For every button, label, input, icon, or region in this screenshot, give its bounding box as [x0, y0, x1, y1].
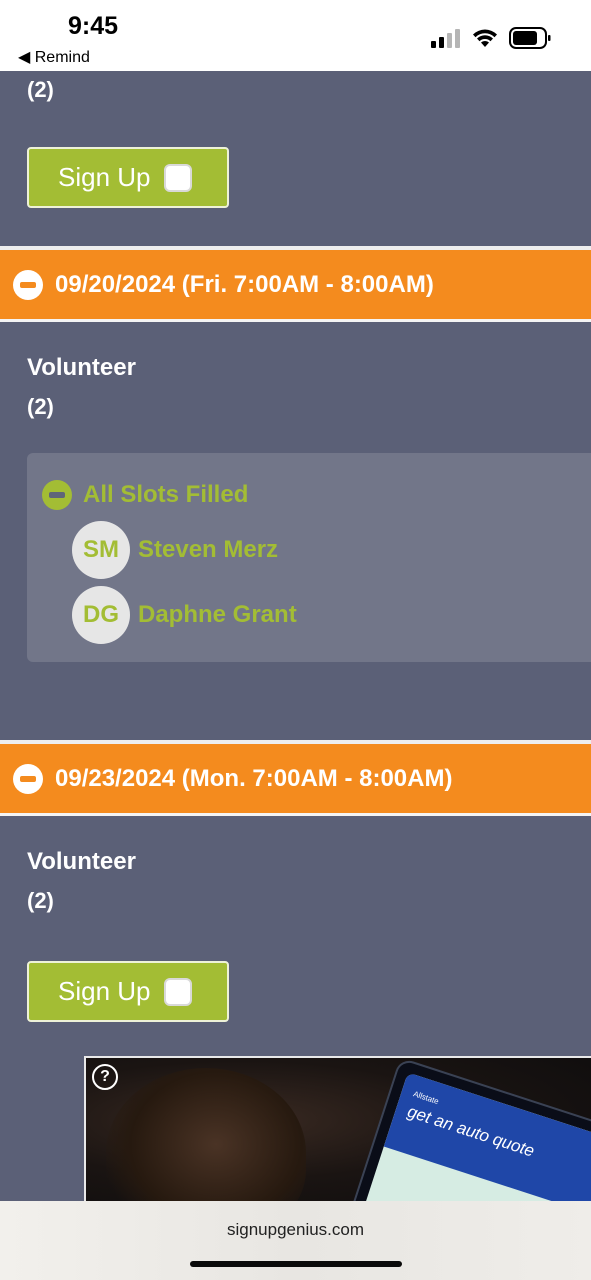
ad-phone-screen: Allstate get an auto quote	[358, 1072, 591, 1201]
browser-bottom-bar: signupgenius.com	[0, 1201, 591, 1280]
volunteer-name: Steven Merz	[138, 536, 279, 563]
signup-content: (2) Sign Up 09/20/2024 (Fri. 7:00AM - 8:…	[0, 71, 591, 1201]
status-icons	[431, 26, 551, 50]
volunteer-row: DG Daphne Grant	[72, 586, 297, 644]
ad-phone-image: Allstate get an auto quote	[344, 1058, 591, 1201]
filled-slots-panel: All Slots Filled SM Steven Merz DG Daphn…	[27, 453, 591, 662]
collapse-minus-icon[interactable]	[42, 480, 72, 510]
sign-up-checkbox[interactable]	[163, 163, 192, 192]
slot-count: (2)	[27, 394, 54, 419]
wifi-icon	[473, 29, 497, 47]
cellular-signal-icon	[431, 29, 460, 48]
ad-screen-header: Allstate get an auto quote	[383, 1072, 591, 1201]
ad-help-icon[interactable]: ?	[92, 1064, 118, 1090]
sign-up-button[interactable]: Sign Up	[27, 147, 229, 208]
avatar: DG	[72, 586, 130, 644]
url-domain-label[interactable]: signupgenius.com	[0, 1220, 591, 1240]
status-time: 9:45	[68, 12, 119, 40]
volunteer-row: SM Steven Merz	[72, 521, 278, 579]
role-title: Volunteer	[27, 848, 136, 875]
sign-up-label: Sign Up	[58, 162, 151, 192]
volunteer-name: Daphne Grant	[138, 601, 297, 628]
sign-up-button[interactable]: Sign Up	[27, 961, 229, 1022]
back-to-app-link[interactable]: ◀ Remind	[18, 47, 90, 67]
date-label: 09/23/2024 (Mon. 7:00AM - 8:00AM)	[55, 764, 453, 792]
home-indicator[interactable]	[190, 1261, 402, 1267]
all-slots-filled-toggle[interactable]: All Slots Filled	[42, 480, 248, 510]
slot-count: (2)	[27, 888, 54, 913]
date-label: 09/20/2024 (Fri. 7:00AM - 8:00AM)	[55, 270, 434, 298]
avatar: SM	[72, 521, 130, 579]
status-bar: 9:45 ◀ Remind	[0, 0, 591, 71]
sign-up-label: Sign Up	[58, 976, 151, 1006]
date-header-mon[interactable]: 09/23/2024 (Mon. 7:00AM - 8:00AM)	[0, 744, 591, 816]
all-slots-filled-label: All Slots Filled	[83, 481, 249, 508]
sign-up-checkbox[interactable]	[163, 977, 192, 1006]
role-title: Volunteer	[27, 354, 136, 381]
collapse-minus-icon[interactable]	[13, 763, 43, 794]
slot-count: (2)	[27, 77, 54, 102]
battery-icon	[509, 27, 551, 49]
date-header-fri[interactable]: 09/20/2024 (Fri. 7:00AM - 8:00AM)	[0, 250, 591, 322]
ad-photo-person	[106, 1068, 306, 1201]
advertisement[interactable]: ? Allstate get an auto quote	[84, 1056, 591, 1201]
collapse-minus-icon[interactable]	[13, 269, 43, 300]
